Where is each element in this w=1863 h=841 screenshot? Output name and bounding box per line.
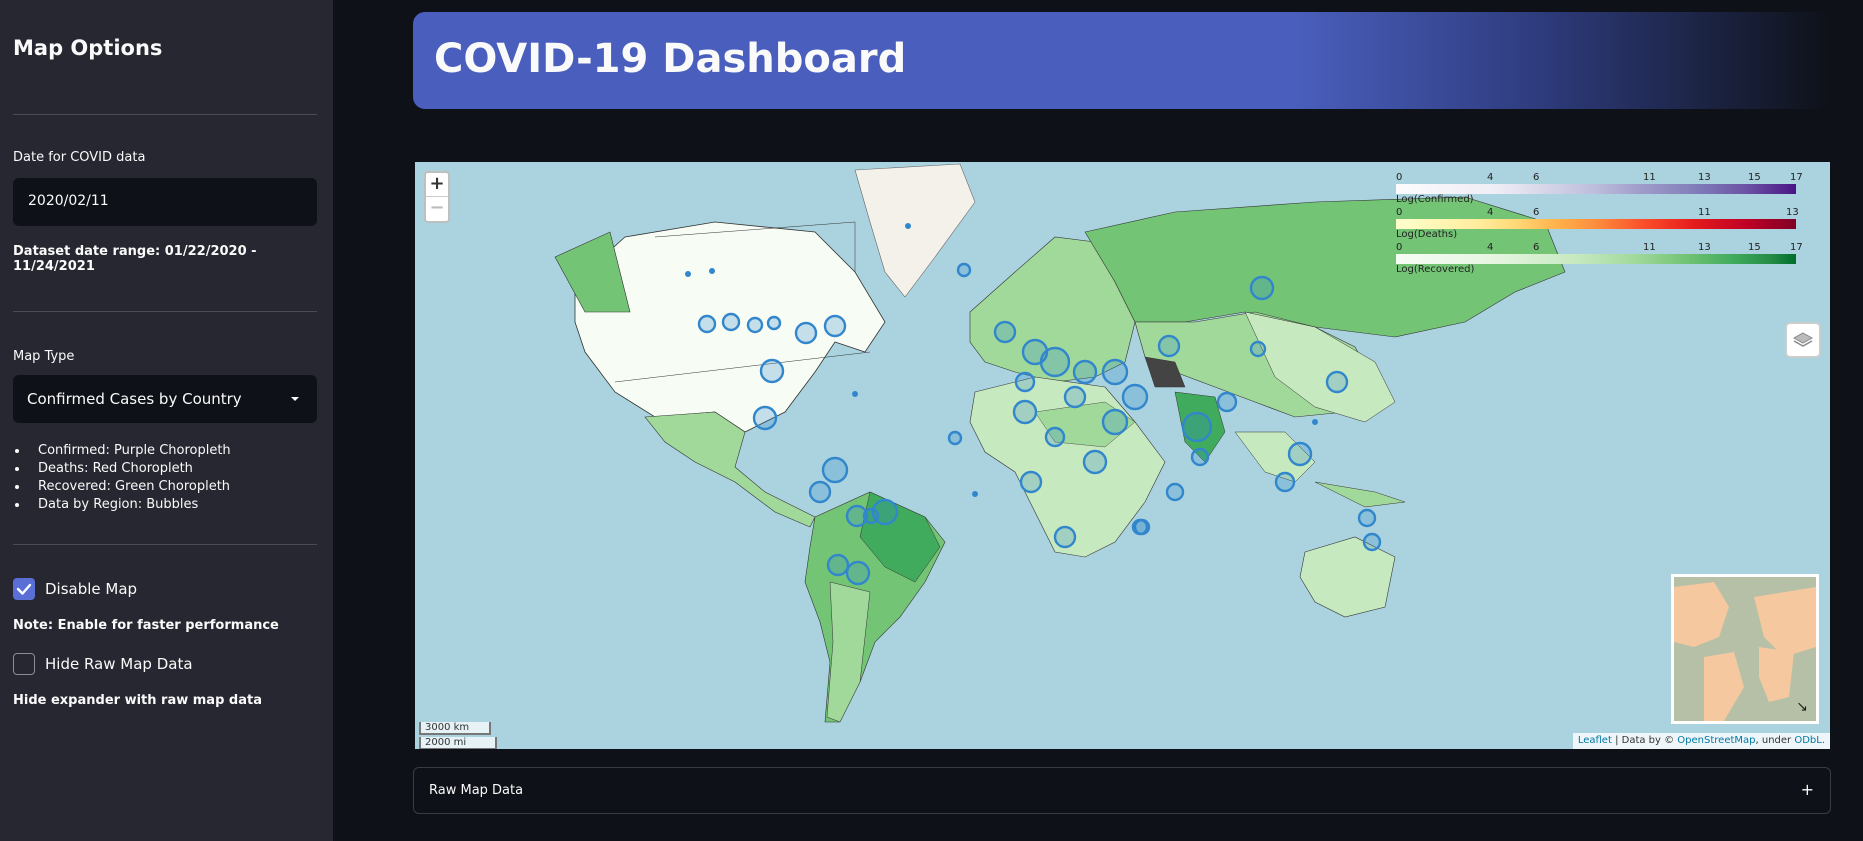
plus-icon: +: [1800, 780, 1814, 799]
odbl-link[interactable]: ODbL.: [1794, 735, 1825, 746]
list-item: Data by Region: Bubbles: [13, 496, 231, 514]
date-input-value: 2020/02/11: [28, 193, 109, 209]
scale-mi: 2000 mi: [419, 737, 497, 749]
check-icon: [16, 583, 32, 595]
map-type-value: Confirmed Cases by Country: [27, 390, 242, 408]
legend-tick: 11: [1698, 207, 1711, 218]
legend-tick: 13: [1698, 172, 1711, 183]
legend-tick: 17: [1790, 172, 1803, 183]
list-item: Confirmed: Purple Choropleth: [13, 442, 231, 460]
disable-map-note: Note: Enable for faster performance: [13, 618, 279, 633]
date-range-note: Dataset date range: 01/22/2020 - 11/24/2…: [13, 244, 257, 274]
minimap[interactable]: ↘: [1671, 574, 1819, 724]
attribution-text: , under: [1755, 735, 1795, 746]
legend-ticks: 0 4 6 11 13 15 17: [1396, 172, 1803, 184]
layers-icon: [1792, 332, 1814, 347]
legend-tick: 4: [1487, 172, 1494, 183]
legend-caption: Log(Confirmed): [1396, 194, 1474, 205]
map-attribution: Leaflet | Data by © OpenStreetMap, under…: [1572, 733, 1830, 749]
legend-tick: 13: [1786, 207, 1799, 218]
date-label: Date for COVID data: [13, 150, 146, 165]
legend-tick: 11: [1643, 242, 1656, 253]
legend-tick: 15: [1748, 172, 1761, 183]
legend-tick: 0: [1396, 172, 1403, 183]
legend-colorbar: [1396, 184, 1796, 194]
zoom-control: + −: [424, 171, 450, 223]
legend-recovered: 0 4 6 11 13 15 17 Log(Recovered): [1396, 242, 1816, 276]
legend-tick: 6: [1533, 242, 1540, 253]
legend-caption: Log(Recovered): [1396, 264, 1475, 275]
leaflet-link[interactable]: Leaflet: [1578, 735, 1612, 746]
legend-tick: 17: [1790, 242, 1803, 253]
layers-control-button[interactable]: [1785, 322, 1821, 358]
legend-deaths: 0 4 6 11 13 Log(Deaths): [1396, 207, 1816, 241]
disable-map-label[interactable]: Disable Map: [45, 580, 137, 598]
hide-raw-data-note: Hide expander with raw map data: [13, 693, 262, 708]
legend-tick: 15: [1748, 242, 1761, 253]
legend-colorbar: [1396, 254, 1796, 264]
legend-colorbar: [1396, 219, 1796, 229]
minimap-toggle-icon[interactable]: ↘: [1794, 699, 1810, 715]
map-type-legend-list: Confirmed: Purple Choropleth Deaths: Red…: [13, 442, 231, 514]
sidebar: Map Options Date for COVID data 2020/02/…: [0, 0, 333, 841]
legend-tick: 4: [1487, 242, 1494, 253]
map-type-label: Map Type: [13, 349, 75, 364]
hide-raw-data-checkbox[interactable]: [13, 653, 35, 675]
list-item: Deaths: Red Choropleth: [13, 460, 231, 478]
legend-ticks: 0 4 6 11 13 15 17: [1396, 242, 1803, 254]
zoom-out-button[interactable]: −: [426, 197, 448, 221]
raw-map-data-expander[interactable]: Raw Map Data +: [413, 767, 1831, 814]
zoom-in-button[interactable]: +: [426, 173, 448, 197]
osm-link[interactable]: OpenStreetMap: [1677, 735, 1755, 746]
disable-map-checkbox[interactable]: [13, 578, 35, 600]
sidebar-title: Map Options: [13, 36, 163, 60]
legend-caption: Log(Deaths): [1396, 229, 1458, 240]
legend-tick: 4: [1487, 207, 1494, 218]
page-title: COVID-19 Dashboard: [434, 36, 907, 82]
world-map[interactable]: + − 0 4 6 11 13 15 17 Log(Confirmed) 0 4…: [415, 162, 1830, 749]
list-item: Recovered: Green Choropleth: [13, 478, 231, 496]
legend-ticks: 0 4 6 11 13: [1396, 207, 1799, 219]
legend-tick: 6: [1533, 172, 1540, 183]
legend-confirmed: 0 4 6 11 13 15 17 Log(Confirmed): [1396, 172, 1816, 206]
attribution-text: | Data by ©: [1611, 735, 1678, 746]
date-input[interactable]: 2020/02/11: [13, 178, 317, 226]
legend-tick: 6: [1533, 207, 1540, 218]
scale-km: 3000 km: [419, 722, 491, 735]
legend-tick: 13: [1698, 242, 1711, 253]
legend-tick: 11: [1643, 172, 1656, 183]
legend-tick: 0: [1396, 242, 1403, 253]
legend-tick: 0: [1396, 207, 1403, 218]
divider: [13, 544, 317, 545]
expander-label: Raw Map Data: [429, 783, 524, 798]
divider: [13, 311, 317, 312]
header-banner: COVID-19 Dashboard: [413, 12, 1833, 109]
divider: [13, 114, 317, 115]
hide-raw-data-label[interactable]: Hide Raw Map Data: [45, 655, 193, 673]
chevron-down-icon: [291, 397, 299, 401]
map-type-select[interactable]: Confirmed Cases by Country: [13, 375, 317, 423]
